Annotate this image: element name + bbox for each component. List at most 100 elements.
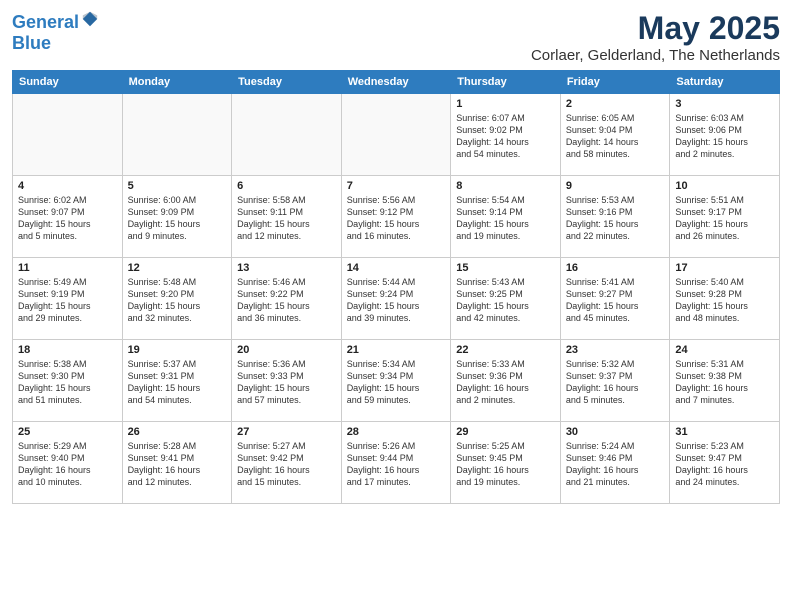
day-info: Sunrise: 5:36 AMSunset: 9:33 PMDaylight:… [237,358,336,407]
day-number: 7 [347,180,446,192]
day-number: 18 [18,344,117,356]
logo-general: General [12,12,79,32]
calendar-cell-w1-d4 [341,94,451,176]
day-info: Sunrise: 5:27 AMSunset: 9:42 PMDaylight:… [237,440,336,489]
day-number: 3 [675,98,774,110]
col-tuesday: Tuesday [232,71,342,94]
day-info: Sunrise: 5:26 AMSunset: 9:44 PMDaylight:… [347,440,446,489]
calendar-cell-w4-d1: 18 Sunrise: 5:38 AMSunset: 9:30 PMDayligh… [13,340,123,422]
day-number: 1 [456,98,555,110]
calendar-cell-w3-d5: 15 Sunrise: 5:43 AMSunset: 9:25 PMDayligh… [451,258,561,340]
calendar-cell-w2-d3: 6Sunrise: 5:58 AMSunset: 9:11 PMDaylight… [232,176,342,258]
day-info: Sunrise: 6:07 AMSunset: 9:02 PMDaylight:… [456,112,555,161]
day-number: 24 [675,344,774,356]
calendar-cell-w1-d5: 1 Sunrise: 6:07 AMSunset: 9:02 PMDaylight… [451,94,561,176]
calendar-week-4: 18 Sunrise: 5:38 AMSunset: 9:30 PMDayligh… [13,340,780,422]
day-info: Sunrise: 5:43 AMSunset: 9:25 PMDaylight:… [456,276,555,325]
day-number: 9 [566,180,665,192]
calendar-cell-w5-d2: 26Sunrise: 5:28 AMSunset: 9:41 PMDayligh… [122,422,232,504]
day-number: 31 [675,426,774,438]
day-info: Sunrise: 5:40 AMSunset: 9:28 PMDaylight:… [675,276,774,325]
logo-text: General [12,10,99,33]
calendar-cell-w2-d4: 7Sunrise: 5:56 AMSunset: 9:12 PMDaylight… [341,176,451,258]
day-number: 15 [456,262,555,274]
day-number: 10 [675,180,774,192]
calendar-cell-w2-d2: 5 Sunrise: 6:00 AMSunset: 9:09 PMDaylight… [122,176,232,258]
logo: General Blue [12,10,99,54]
day-number: 29 [456,426,555,438]
calendar-cell-w1-d2 [122,94,232,176]
day-number: 12 [128,262,227,274]
day-info: Sunrise: 5:25 AMSunset: 9:45 PMDaylight:… [456,440,555,489]
calendar-cell-w4-d3: 20 Sunrise: 5:36 AMSunset: 9:33 PMDayligh… [232,340,342,422]
day-number: 23 [566,344,665,356]
page: General Blue May 2025 Corlaer, Gelderlan… [0,0,792,612]
calendar-cell-w3-d1: 11 Sunrise: 5:49 AMSunset: 9:19 PMDayligh… [13,258,123,340]
day-number: 26 [128,426,227,438]
day-info: Sunrise: 5:33 AMSunset: 9:36 PMDaylight:… [456,358,555,407]
calendar-cell-w4-d5: 22 Sunrise: 5:33 AMSunset: 9:36 PMDayligh… [451,340,561,422]
month-title: May 2025 [531,10,780,47]
day-info: Sunrise: 5:32 AMSunset: 9:37 PMDaylight:… [566,358,665,407]
calendar-cell-w3-d7: 17 Sunrise: 5:40 AMSunset: 9:28 PMDayligh… [670,258,780,340]
day-info: Sunrise: 6:05 AMSunset: 9:04 PMDaylight:… [566,112,665,161]
location-title: Corlaer, Gelderland, The Netherlands [531,47,780,64]
day-info: Sunrise: 6:00 AMSunset: 9:09 PMDaylight:… [128,194,227,243]
calendar-cell-w1-d6: 2Sunrise: 6:05 AMSunset: 9:04 PMDaylight… [560,94,670,176]
day-number: 17 [675,262,774,274]
calendar-cell-w5-d6: 30 Sunrise: 5:24 AMSunset: 9:46 PMDayligh… [560,422,670,504]
calendar-cell-w5-d1: 25Sunrise: 5:29 AMSunset: 9:40 PMDayligh… [13,422,123,504]
title-block: May 2025 Corlaer, Gelderland, The Nether… [531,10,780,64]
day-info: Sunrise: 5:23 AMSunset: 9:47 PMDaylight:… [675,440,774,489]
col-wednesday: Wednesday [341,71,451,94]
day-info: Sunrise: 6:02 AMSunset: 9:07 PMDaylight:… [18,194,117,243]
day-info: Sunrise: 5:37 AMSunset: 9:31 PMDaylight:… [128,358,227,407]
calendar-cell-w5-d4: 28 Sunrise: 5:26 AMSunset: 9:44 PMDayligh… [341,422,451,504]
day-number: 11 [18,262,117,274]
day-info: Sunrise: 5:49 AMSunset: 9:19 PMDaylight:… [18,276,117,325]
day-info: Sunrise: 5:38 AMSunset: 9:30 PMDaylight:… [18,358,117,407]
col-friday: Friday [560,71,670,94]
day-info: Sunrise: 5:48 AMSunset: 9:20 PMDaylight:… [128,276,227,325]
day-info: Sunrise: 5:51 AMSunset: 9:17 PMDaylight:… [675,194,774,243]
calendar-cell-w5-d7: 31 Sunrise: 5:23 AMSunset: 9:47 PMDayligh… [670,422,780,504]
calendar-week-3: 11 Sunrise: 5:49 AMSunset: 9:19 PMDayligh… [13,258,780,340]
calendar-cell-w3-d4: 14 Sunrise: 5:44 AMSunset: 9:24 PMDayligh… [341,258,451,340]
calendar-cell-w5-d5: 29 Sunrise: 5:25 AMSunset: 9:45 PMDayligh… [451,422,561,504]
calendar-cell-w4-d2: 19 Sunrise: 5:37 AMSunset: 9:31 PMDayligh… [122,340,232,422]
day-info: Sunrise: 5:24 AMSunset: 9:46 PMDaylight:… [566,440,665,489]
day-info: Sunrise: 5:31 AMSunset: 9:38 PMDaylight:… [675,358,774,407]
day-number: 27 [237,426,336,438]
calendar-week-5: 25Sunrise: 5:29 AMSunset: 9:40 PMDayligh… [13,422,780,504]
day-info: Sunrise: 5:54 AMSunset: 9:14 PMDaylight:… [456,194,555,243]
logo-blue: Blue [12,33,99,54]
calendar-cell-w5-d3: 27 Sunrise: 5:27 AMSunset: 9:42 PMDayligh… [232,422,342,504]
day-info: Sunrise: 5:53 AMSunset: 9:16 PMDaylight:… [566,194,665,243]
calendar-cell-w1-d7: 3 Sunrise: 6:03 AMSunset: 9:06 PMDaylight… [670,94,780,176]
day-info: Sunrise: 6:03 AMSunset: 9:06 PMDaylight:… [675,112,774,161]
day-number: 6 [237,180,336,192]
day-number: 25 [18,426,117,438]
day-number: 13 [237,262,336,274]
calendar-cell-w3-d3: 13Sunrise: 5:46 AMSunset: 9:22 PMDayligh… [232,258,342,340]
day-info: Sunrise: 5:34 AMSunset: 9:34 PMDaylight:… [347,358,446,407]
calendar-cell-w2-d1: 4Sunrise: 6:02 AMSunset: 9:07 PMDaylight… [13,176,123,258]
day-number: 28 [347,426,446,438]
calendar-cell-w3-d6: 16 Sunrise: 5:41 AMSunset: 9:27 PMDayligh… [560,258,670,340]
day-info: Sunrise: 5:41 AMSunset: 9:27 PMDaylight:… [566,276,665,325]
col-sunday: Sunday [13,71,123,94]
calendar-cell-w4-d6: 23 Sunrise: 5:32 AMSunset: 9:37 PMDayligh… [560,340,670,422]
calendar-cell-w2-d6: 9 Sunrise: 5:53 AMSunset: 9:16 PMDaylight… [560,176,670,258]
day-number: 19 [128,344,227,356]
day-number: 16 [566,262,665,274]
day-number: 20 [237,344,336,356]
calendar-week-2: 4Sunrise: 6:02 AMSunset: 9:07 PMDaylight… [13,176,780,258]
day-info: Sunrise: 5:44 AMSunset: 9:24 PMDaylight:… [347,276,446,325]
col-thursday: Thursday [451,71,561,94]
col-saturday: Saturday [670,71,780,94]
day-number: 22 [456,344,555,356]
day-number: 14 [347,262,446,274]
logo-icon [81,10,99,28]
day-number: 5 [128,180,227,192]
day-number: 30 [566,426,665,438]
